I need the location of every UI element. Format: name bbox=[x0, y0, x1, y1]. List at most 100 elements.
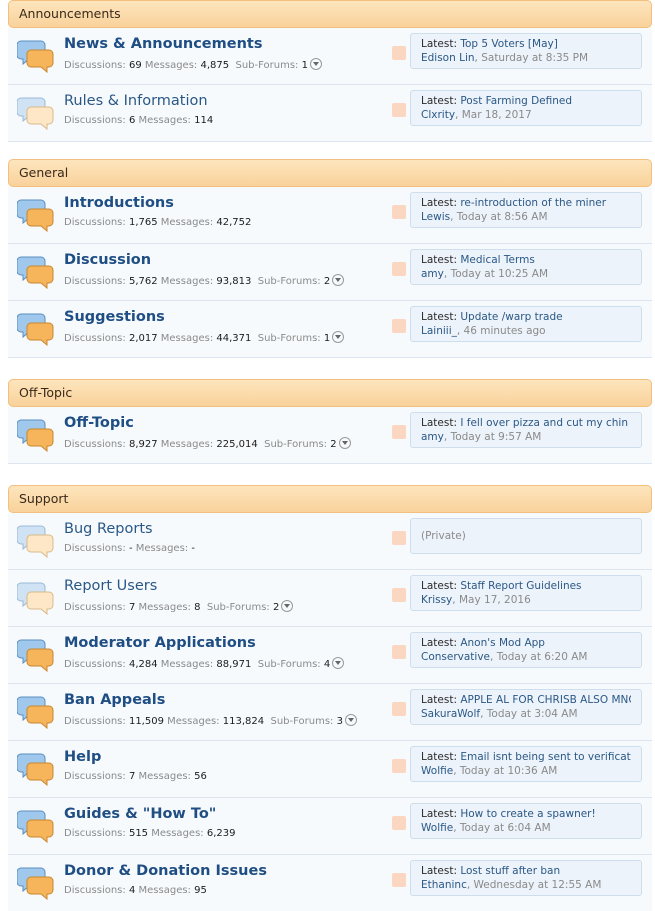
latest-time[interactable]: Today at 8:56 AM bbox=[457, 211, 548, 223]
latest-thread-link[interactable]: I fell over pizza and cut my chin ... bbox=[460, 417, 631, 429]
latest-user-link[interactable]: Edison Lin bbox=[421, 52, 475, 64]
latest-label: Latest: bbox=[421, 865, 457, 877]
node-title-link[interactable]: Off-Topic bbox=[64, 415, 134, 431]
chevron-down-icon[interactable] bbox=[309, 58, 322, 70]
category-header[interactable]: Support bbox=[8, 485, 652, 513]
chat-bubbles-read-icon[interactable] bbox=[16, 579, 55, 616]
latest-time[interactable]: 46 minutes ago bbox=[464, 325, 546, 337]
latest-time[interactable]: Saturday at 8:35 PM bbox=[481, 52, 588, 64]
rss-feed-icon[interactable] bbox=[392, 205, 406, 219]
chevron-down-icon[interactable] bbox=[338, 437, 351, 449]
rss-feed-icon[interactable] bbox=[392, 588, 406, 602]
latest-user-link[interactable]: Ethaninc bbox=[421, 879, 467, 891]
chat-bubbles-unread-icon[interactable] bbox=[16, 693, 55, 730]
latest-thread-link[interactable]: Top 5 Voters [May] bbox=[460, 38, 557, 50]
latest-thread-link[interactable]: Staff Report Guidelines bbox=[460, 580, 581, 592]
latest-user-link[interactable]: Wolfie bbox=[421, 822, 453, 834]
messages-label: Messages: bbox=[160, 659, 214, 670]
rss-feed-icon[interactable] bbox=[392, 103, 406, 117]
chat-bubbles-unread-icon[interactable] bbox=[16, 807, 55, 844]
chat-bubbles-unread-icon[interactable] bbox=[16, 636, 55, 673]
rss-feed-icon[interactable] bbox=[392, 702, 406, 716]
rss-feed-icon[interactable] bbox=[392, 319, 406, 333]
latest-user-link[interactable]: Lewis bbox=[421, 211, 450, 223]
rss-feed-icon[interactable] bbox=[392, 425, 406, 439]
chevron-down-icon[interactable] bbox=[332, 657, 345, 669]
latest-thread-link[interactable]: APPLE AL FOR CHRISB ALSO MNO... bbox=[460, 694, 631, 706]
rss-feed-icon[interactable] bbox=[392, 873, 406, 887]
chat-bubbles-read-icon[interactable] bbox=[16, 94, 55, 131]
latest-user-link[interactable]: amy bbox=[421, 431, 444, 443]
chat-bubbles-unread-icon[interactable] bbox=[16, 750, 55, 787]
latest-user-link[interactable]: Conservative bbox=[421, 651, 490, 663]
rss-feed-icon[interactable] bbox=[392, 816, 406, 830]
latest-time[interactable]: Today at 9:57 AM bbox=[451, 431, 542, 443]
forum-node: Discussion Discussions: 5,762 Messages: 9… bbox=[8, 244, 652, 301]
latest-thread-link[interactable]: Email isnt being sent to verificat... bbox=[460, 751, 631, 763]
messages-count: 6,239 bbox=[206, 828, 236, 839]
latest-time[interactable]: Today at 3:04 AM bbox=[487, 708, 578, 720]
category-header[interactable]: Announcements bbox=[8, 0, 652, 28]
latest-thread-link[interactable]: Update /warp trade bbox=[460, 311, 562, 323]
chevron-down-icon[interactable] bbox=[332, 331, 345, 343]
latest-user-link[interactable]: Lainiii_ bbox=[421, 325, 457, 337]
node-title-link[interactable]: Rules & Information bbox=[64, 93, 208, 109]
latest-thread-link[interactable]: Medical Terms bbox=[460, 254, 534, 266]
category-header[interactable]: General bbox=[8, 159, 652, 187]
latest-user-link[interactable]: amy bbox=[421, 268, 444, 280]
latest-thread-link[interactable]: Anon's Mod App bbox=[460, 637, 545, 649]
node-title-link[interactable]: News & Announcements bbox=[64, 36, 262, 52]
chat-bubbles-unread-icon[interactable] bbox=[16, 310, 55, 347]
node-title-link[interactable]: Suggestions bbox=[64, 309, 165, 325]
chevron-down-icon[interactable] bbox=[332, 274, 345, 286]
rss-feed-icon[interactable] bbox=[392, 531, 406, 545]
latest-thread-link[interactable]: Post Farming Defined bbox=[460, 95, 572, 107]
latest-thread-link[interactable]: How to create a spawner! bbox=[460, 808, 595, 820]
node-title-link[interactable]: Bug Reports bbox=[64, 521, 153, 537]
node-title-link[interactable]: Report Users bbox=[64, 578, 157, 594]
chat-bubbles-unread-icon[interactable] bbox=[16, 196, 55, 233]
chat-bubbles-unread-icon[interactable] bbox=[16, 253, 55, 290]
sub-forums-count: 2 bbox=[323, 276, 331, 287]
node-title-link[interactable]: Moderator Applications bbox=[64, 635, 256, 651]
discussions-label: Discussions: bbox=[64, 659, 126, 670]
messages-label: Messages: bbox=[151, 828, 204, 839]
latest-user-link[interactable]: Krissy bbox=[421, 594, 452, 606]
latest-time[interactable]: Today at 6:04 AM bbox=[460, 822, 551, 834]
latest-time[interactable]: Today at 10:25 AM bbox=[451, 268, 548, 280]
rss-feed-icon[interactable] bbox=[392, 759, 406, 773]
latest-user-link[interactable]: Wolfie bbox=[421, 765, 453, 777]
chat-bubbles-read-icon[interactable] bbox=[16, 522, 55, 559]
sub-forums-label: Sub-Forums: bbox=[257, 276, 321, 287]
rss-feed-icon[interactable] bbox=[392, 262, 406, 276]
node-title-link[interactable]: Help bbox=[64, 749, 101, 765]
category-header[interactable]: Off-Topic bbox=[8, 379, 652, 407]
latest-time[interactable]: Today at 6:20 AM bbox=[497, 651, 588, 663]
discussions-count: - bbox=[128, 543, 133, 554]
latest-thread-link[interactable]: re-introduction of the miner bbox=[460, 197, 606, 209]
messages-count: 44,371 bbox=[216, 333, 252, 344]
chevron-down-icon[interactable] bbox=[281, 600, 294, 612]
sub-forums-label: Sub-Forums: bbox=[264, 439, 328, 450]
discussions-count: 6 bbox=[128, 115, 136, 126]
node-title-link[interactable]: Donor & Donation Issues bbox=[64, 863, 267, 879]
latest-time[interactable]: Today at 10:36 AM bbox=[460, 765, 557, 777]
latest-time[interactable]: May 17, 2016 bbox=[459, 594, 531, 606]
chat-bubbles-unread-icon[interactable] bbox=[16, 37, 55, 74]
node-title-link[interactable]: Discussion bbox=[64, 252, 151, 268]
discussions-label: Discussions: bbox=[64, 885, 126, 896]
latest-user-link[interactable]: SakuraWolf bbox=[421, 708, 480, 720]
latest-thread-link[interactable]: Lost stuff after ban bbox=[460, 865, 560, 877]
latest-time[interactable]: Mar 18, 2017 bbox=[462, 109, 532, 121]
rss-feed-icon[interactable] bbox=[392, 46, 406, 60]
node-title-link[interactable]: Introductions bbox=[64, 195, 174, 211]
chat-bubbles-unread-icon[interactable] bbox=[16, 864, 55, 901]
rss-feed-icon[interactable] bbox=[392, 645, 406, 659]
messages-count: 114 bbox=[194, 115, 214, 126]
latest-time[interactable]: Wednesday at 12:55 AM bbox=[474, 879, 602, 891]
node-title-link[interactable]: Ban Appeals bbox=[64, 692, 165, 708]
node-title-link[interactable]: Guides & "How To" bbox=[64, 806, 216, 822]
chevron-down-icon[interactable] bbox=[344, 714, 357, 726]
chat-bubbles-unread-icon[interactable] bbox=[16, 416, 55, 453]
latest-user-link[interactable]: Clxrity bbox=[421, 109, 455, 121]
